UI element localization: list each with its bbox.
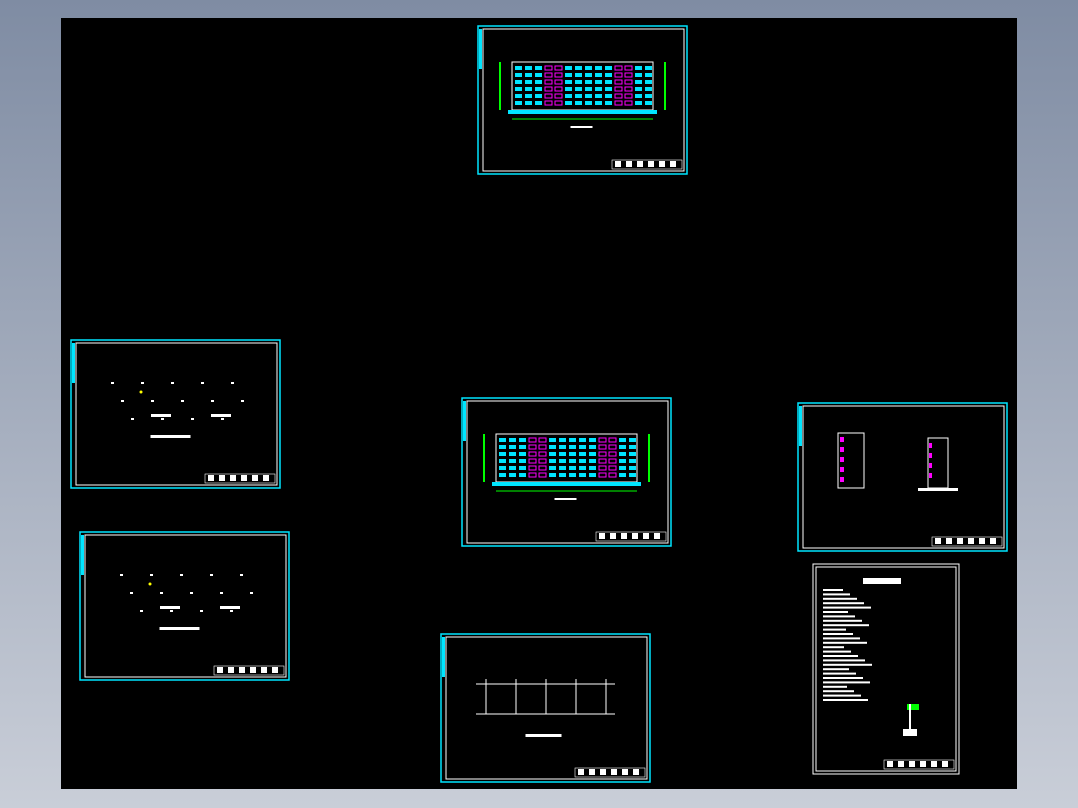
- title-block: [204, 473, 276, 484]
- drawing-canvas[interactable]: [61, 18, 1017, 789]
- elevation-drawing: [483, 433, 650, 500]
- sheet-elevation[interactable]: [477, 25, 688, 175]
- title-block: [883, 759, 955, 770]
- title-block: [574, 767, 646, 778]
- sheet-notes[interactable]: [812, 563, 960, 775]
- drawing-sheets: [70, 25, 1008, 783]
- section-drawing: [837, 432, 958, 491]
- title-block: [931, 536, 1003, 547]
- plan-drawing: [120, 574, 253, 630]
- elevation-drawing: [499, 61, 666, 128]
- binding-strip: [479, 29, 482, 69]
- binding-strip: [463, 401, 466, 441]
- title-block: [595, 531, 667, 542]
- sheet-plan[interactable]: [79, 531, 290, 681]
- foundation-drawing: [476, 679, 615, 737]
- sheet-elevation[interactable]: [461, 397, 672, 547]
- binding-strip: [72, 343, 75, 383]
- notes-drawing: [823, 578, 919, 736]
- sheet-section[interactable]: [797, 402, 1008, 552]
- binding-strip: [81, 535, 84, 575]
- title-block: [213, 665, 285, 676]
- binding-strip: [442, 637, 445, 677]
- binding-strip: [799, 406, 802, 446]
- title-block: [611, 159, 683, 170]
- sheet-plan[interactable]: [70, 339, 281, 489]
- sheet-foundation[interactable]: [440, 633, 651, 783]
- plan-drawing: [111, 382, 244, 438]
